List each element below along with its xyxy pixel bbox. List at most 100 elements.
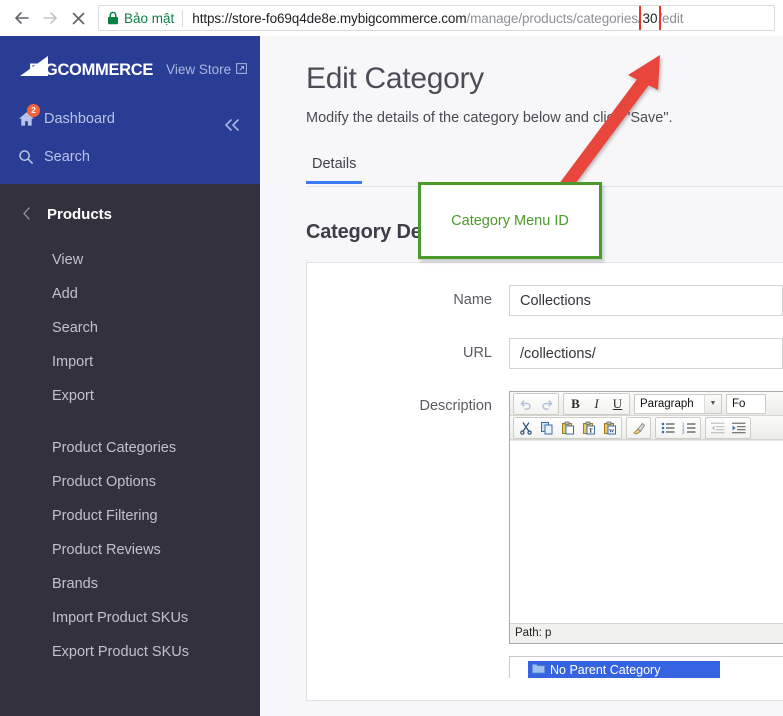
block-format-value: Paragraph — [640, 397, 694, 410]
sidebar-item-search[interactable]: Search — [0, 142, 260, 172]
indent-group — [705, 416, 751, 439]
cut-icon[interactable] — [515, 419, 536, 437]
history-group — [513, 392, 559, 415]
sidebar-item-add[interactable]: Add — [0, 277, 260, 311]
svg-text:T: T — [588, 427, 593, 434]
category-menu-id-annotation-box: Category Menu ID — [418, 182, 602, 259]
secure-label: Bảo mật — [124, 10, 175, 26]
copy-icon[interactable] — [536, 419, 557, 437]
redo-icon[interactable] — [536, 395, 557, 413]
editor-toolbar-row-2: T W 1 2 3 — [510, 416, 783, 440]
page-subtitle: Modify the details of the category below… — [306, 110, 673, 126]
url-scheme: https:// — [192, 10, 233, 26]
sidebar-header: BIGCOMMERCE View Store 2 Dashboard Searc… — [0, 36, 260, 184]
sidebar-item-view[interactable]: View — [0, 243, 260, 277]
app-root: BIGCOMMERCE View Store 2 Dashboard Searc… — [0, 36, 783, 716]
description-label: Description — [419, 398, 492, 414]
bullet-list-icon[interactable] — [657, 419, 678, 437]
url-path-after: /edit — [658, 10, 684, 26]
format-group — [626, 416, 651, 439]
clipboard-group: T W — [513, 416, 622, 439]
remove-format-icon[interactable] — [628, 419, 649, 437]
sidebar-item-dashboard[interactable]: 2 Dashboard — [0, 104, 260, 134]
url-text: https://store-fo69q4de8e.mybigcommerce.c… — [192, 6, 684, 30]
chevron-left-icon[interactable] — [22, 206, 31, 223]
editor-content-area[interactable] — [510, 440, 783, 623]
font-family-value: Fo — [732, 397, 746, 410]
annotation-text: Category Menu ID — [451, 212, 569, 229]
italic-icon[interactable]: I — [586, 395, 607, 413]
page-title: Edit Category — [306, 62, 484, 95]
editor-status-bar: Path: p — [510, 623, 783, 643]
paste-text-icon[interactable]: T — [578, 419, 599, 437]
parent-category-label: No Parent Category — [550, 663, 661, 677]
url-input[interactable]: /collections/ — [509, 338, 783, 369]
sidebar-section-products[interactable]: Products — [0, 184, 260, 223]
category-details-card: Name Collections URL /collections/ Descr… — [306, 262, 783, 701]
sidebar-submenu-primary: View Add Search Import Export — [0, 243, 260, 413]
sidebar-item-product-categories[interactable]: Product Categories — [0, 431, 260, 465]
sidebar-item-label: Dashboard — [44, 111, 115, 127]
search-icon — [18, 149, 44, 165]
field-row-url: URL /collections/ — [307, 338, 783, 369]
rich-text-editor: B I U Paragraph ▼ Fo T W 1 2 3 Path: p — [509, 391, 783, 644]
list-group: 1 2 3 — [655, 416, 701, 439]
sidebar-item-label: Search — [44, 149, 90, 165]
underline-icon[interactable]: U — [607, 395, 628, 413]
home-icon: 2 — [18, 104, 44, 127]
parent-category-item-selected[interactable]: No Parent Category — [528, 661, 720, 678]
indent-icon[interactable] — [728, 419, 749, 437]
brand-wordmark: BIGCOMMERCE — [29, 61, 153, 80]
brand-commerce: COMMERCE — [57, 60, 154, 79]
sidebar-item-import[interactable]: Import — [0, 345, 260, 379]
browser-toolbar: Bảo mật https://store-fo69q4de8e.mybigco… — [0, 0, 783, 36]
font-family-select[interactable]: Fo — [726, 393, 766, 414]
bold-icon[interactable]: B — [565, 395, 586, 413]
sidebar-section-title: Products — [47, 206, 113, 223]
url-path-before: /manage/products/categories/ — [466, 10, 642, 26]
sidebar-item-export-product-skus[interactable]: Export Product SKUs — [0, 635, 260, 669]
svg-text:3: 3 — [682, 429, 685, 433]
main-content: Edit Category Modify the details of the … — [260, 36, 783, 716]
url-label: URL — [462, 345, 492, 361]
tab-details[interactable]: Details — [306, 156, 363, 184]
undo-icon[interactable] — [515, 395, 536, 413]
description-editor-wrapper: B I U Paragraph ▼ Fo T W 1 2 3 Path: p N… — [509, 391, 783, 678]
svg-text:W: W — [608, 428, 614, 434]
url-host: store-fo69q4de8e.mybigcommerce.com — [232, 10, 467, 26]
paste-icon[interactable] — [557, 419, 578, 437]
field-row-name: Name Collections — [307, 285, 783, 316]
editor-toolbar-row-1: B I U Paragraph ▼ Fo — [510, 392, 783, 416]
block-format-select[interactable]: Paragraph ▼ — [634, 393, 722, 414]
chevron-down-icon: ▼ — [704, 394, 721, 413]
dashboard-badge: 2 — [27, 104, 40, 117]
bigcommerce-logo[interactable]: BIGCOMMERCE — [18, 56, 186, 82]
sidebar-item-import-product-skus[interactable]: Import Product SKUs — [0, 601, 260, 635]
brand-big: BIG — [29, 60, 58, 79]
stop-loading-button[interactable] — [64, 4, 92, 32]
forward-button[interactable] — [36, 4, 64, 32]
sidebar-item-brands[interactable]: Brands — [0, 567, 260, 601]
field-row-description: Description B I U Paragraph ▼ Fo T W 1 2… — [307, 391, 783, 678]
name-input[interactable]: Collections — [509, 285, 783, 316]
sidebar-item-search-products[interactable]: Search — [0, 311, 260, 345]
omnibox-divider — [182, 9, 184, 27]
sidebar: BIGCOMMERCE View Store 2 Dashboard Searc… — [0, 36, 260, 716]
sidebar-item-product-filtering[interactable]: Product Filtering — [0, 499, 260, 533]
brand-row: BIGCOMMERCE View Store — [0, 36, 260, 82]
sidebar-item-product-options[interactable]: Product Options — [0, 465, 260, 499]
name-label: Name — [453, 292, 492, 308]
numbered-list-icon[interactable]: 1 2 3 — [678, 419, 699, 437]
back-button[interactable] — [8, 4, 36, 32]
lock-icon — [107, 11, 119, 25]
outdent-icon[interactable] — [707, 419, 728, 437]
address-bar[interactable]: Bảo mật https://store-fo69q4de8e.mybigco… — [98, 5, 775, 31]
sidebar-item-export[interactable]: Export — [0, 379, 260, 413]
sidebar-submenu-secondary: Product Categories Product Options Produ… — [0, 431, 260, 669]
external-link-icon — [236, 62, 248, 77]
paste-word-icon[interactable]: W — [599, 419, 620, 437]
sidebar-collapse-button[interactable] — [222, 118, 242, 136]
sidebar-divider — [0, 413, 260, 431]
sidebar-item-product-reviews[interactable]: Product Reviews — [0, 533, 260, 567]
text-style-group: B I U — [563, 392, 630, 415]
